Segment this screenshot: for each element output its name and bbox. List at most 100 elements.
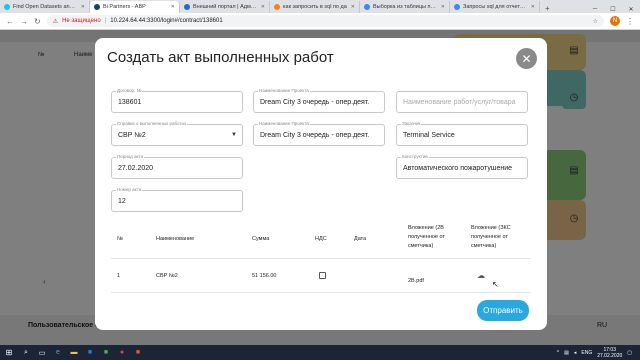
network-icon[interactable]: ▤ (564, 350, 569, 356)
field-value: 138601 (118, 99, 142, 106)
close-modal-button[interactable]: ✕ (516, 48, 537, 69)
th-line: сметчика) (471, 243, 497, 249)
field-value: Terminal Service (403, 132, 455, 139)
field-value: СВР №2 (118, 132, 146, 139)
project-field[interactable]: Наименование Проекта Dream City 3 очеред… (253, 88, 385, 113)
contract-field[interactable]: Договор, № 138601 (111, 88, 243, 113)
field-label: Справка о выполненных работах (116, 121, 188, 126)
browser-tab[interactable]: Выборка из таблицы по да ✕ (360, 1, 450, 13)
field-label: Договор, № (116, 88, 143, 93)
modal-title: Создать акт выполненных работ (107, 49, 334, 66)
reload-icon[interactable]: ↻ (34, 17, 41, 26)
act-number-field[interactable]: Номер акта 12 (111, 187, 243, 212)
cloud-upload-icon[interactable]: ☁ (477, 271, 485, 280)
warning-icon: ⚠ (52, 18, 59, 25)
maximize-icon[interactable]: ☐ (604, 6, 622, 13)
close-icon[interactable]: ✕ (261, 4, 265, 10)
url-input[interactable]: ⚠ Не защищено | 10.224.64.44:3300/login#… (46, 15, 604, 27)
browser-tab[interactable]: Внешний портал | Админка ✕ (180, 1, 270, 13)
field-label: Конструктив (401, 154, 429, 159)
close-icon[interactable]: ✕ (351, 4, 355, 10)
profile-avatar[interactable]: N (610, 16, 620, 26)
field-value: 27.02.2020 (118, 165, 154, 172)
th-line: полученное от (471, 234, 508, 240)
browser-tab[interactable]: Find Open Datasets and Ma ✕ (0, 1, 90, 13)
browser-menu-icon[interactable]: ⋮ (626, 17, 634, 26)
vat-checkbox[interactable] (319, 272, 326, 279)
th-line: Вложение (ЗКС (471, 225, 511, 231)
browser-tab[interactable]: как запросить в sql по да ✕ (270, 1, 360, 13)
period-field[interactable]: Период акта 27.02.2020 (111, 154, 243, 179)
tab-favicon-icon (364, 4, 370, 10)
field-label: Наименование Проекта (258, 121, 310, 126)
submit-button[interactable]: Отправить (477, 300, 529, 321)
th-line: Вложение (2В (408, 225, 444, 231)
chevron-up-icon[interactable]: ^ (557, 350, 559, 356)
th-vat: НДС (315, 236, 327, 242)
explorer-icon[interactable]: ▬ (66, 345, 82, 360)
tab-favicon-icon (94, 4, 100, 10)
tab-title: Find Open Datasets and Ma (13, 4, 78, 10)
field-value: 12 (118, 198, 126, 205)
tab-favicon-icon (4, 4, 10, 10)
system-tray: ^ ▤ ◂ ENG 17:03 27.02.2020 ▢ (557, 347, 640, 359)
language-indicator[interactable]: ENG (581, 350, 592, 356)
dropdown-caret-icon: ▼ (231, 132, 237, 138)
table-divider (111, 258, 531, 259)
notifications-icon[interactable]: ▢ (627, 350, 632, 356)
url-separator: | (104, 18, 107, 24)
browser-tab[interactable]: Запросы sql для отчетов - ✕ (450, 1, 540, 13)
field-value: Автоматического пожаротушение (403, 165, 513, 172)
certificate-select[interactable]: Справка о выполненных работах СВР №2 ▼ (111, 121, 243, 146)
close-icon: ✕ (521, 51, 532, 66)
tab-favicon-icon (184, 4, 190, 10)
outlook-icon[interactable]: ■ (82, 345, 98, 360)
windows-start-icon[interactable]: ⊞ (0, 348, 18, 357)
volume-icon[interactable]: ◂ (574, 350, 577, 356)
bookmark-star-icon[interactable]: ☆ (593, 18, 598, 25)
browser-tab-active[interactable]: Bi Partners - ABP ✕ (90, 1, 180, 13)
address-bar: ← → ↻ ⚠ Не защищено | 10.224.64.44:3300/… (0, 13, 640, 30)
field-label: Наименование Проекта (258, 88, 310, 93)
th-sum: Сумма (252, 236, 270, 242)
close-icon[interactable]: ✕ (531, 4, 535, 10)
back-icon[interactable]: ← (6, 17, 14, 26)
row-attachment-2b[interactable]: 2B.pdf (408, 278, 424, 284)
search-icon[interactable]: ⌕ (18, 345, 34, 360)
field-value: Dream City 3 очередь - опер.деят. (260, 132, 370, 139)
construction-field[interactable]: Конструктив Автоматического пожаротушени… (396, 154, 528, 179)
field-placeholder: Наименование работ/услуг/товара (403, 99, 516, 106)
chrome-icon[interactable]: ● (114, 345, 130, 360)
url-text: 10.224.64.44:3300/login#/contract/138601 (110, 18, 223, 24)
os-taskbar: ⊞ ⌕ ▭ e ▬ ■ ■ ● ■ ^ ▤ ◂ ENG 17:03 27.02.… (0, 345, 640, 360)
security-label: Не защищено (62, 18, 101, 24)
clock-date: 27.02.2020 (597, 352, 623, 359)
row-sum: 51 156.00 (252, 273, 277, 279)
tab-favicon-icon (274, 4, 280, 10)
excel-icon[interactable]: ■ (98, 345, 114, 360)
customer-field[interactable]: Заказчик Terminal Service (396, 121, 528, 146)
forward-icon[interactable]: → (20, 17, 28, 26)
minimize-icon[interactable]: ─ (586, 6, 604, 13)
tab-title: Выборка из таблицы по да (373, 4, 438, 10)
th-name: Наименование (156, 236, 195, 242)
close-window-icon[interactable]: ✕ (622, 6, 640, 13)
th-date: Дата (354, 236, 367, 242)
app-icon[interactable]: ■ (130, 345, 146, 360)
close-icon[interactable]: ✕ (81, 4, 85, 10)
tab-favicon-icon (454, 4, 460, 10)
project-field-2[interactable]: Наименование Проекта Dream City 3 очеред… (253, 121, 385, 146)
close-icon[interactable]: ✕ (171, 4, 175, 10)
th-num: № (117, 236, 123, 242)
field-value: Dream City 3 очередь - опер.деят. (260, 99, 370, 106)
field-label: Период акта (116, 154, 145, 159)
clock[interactable]: 17:03 27.02.2020 (597, 347, 622, 359)
mouse-cursor: ↖ (492, 280, 499, 289)
row-name: СВР №2 (156, 273, 178, 279)
close-icon[interactable]: ✕ (441, 4, 445, 10)
new-tab-icon[interactable]: + (540, 4, 555, 13)
th-attachment-3ks: Вложение (ЗКС полученное от сметчика) (471, 224, 511, 251)
edge-icon[interactable]: e (50, 345, 66, 360)
works-input[interactable]: Наименование работ/услуг/товара (396, 91, 528, 113)
task-view-icon[interactable]: ▭ (34, 345, 50, 360)
